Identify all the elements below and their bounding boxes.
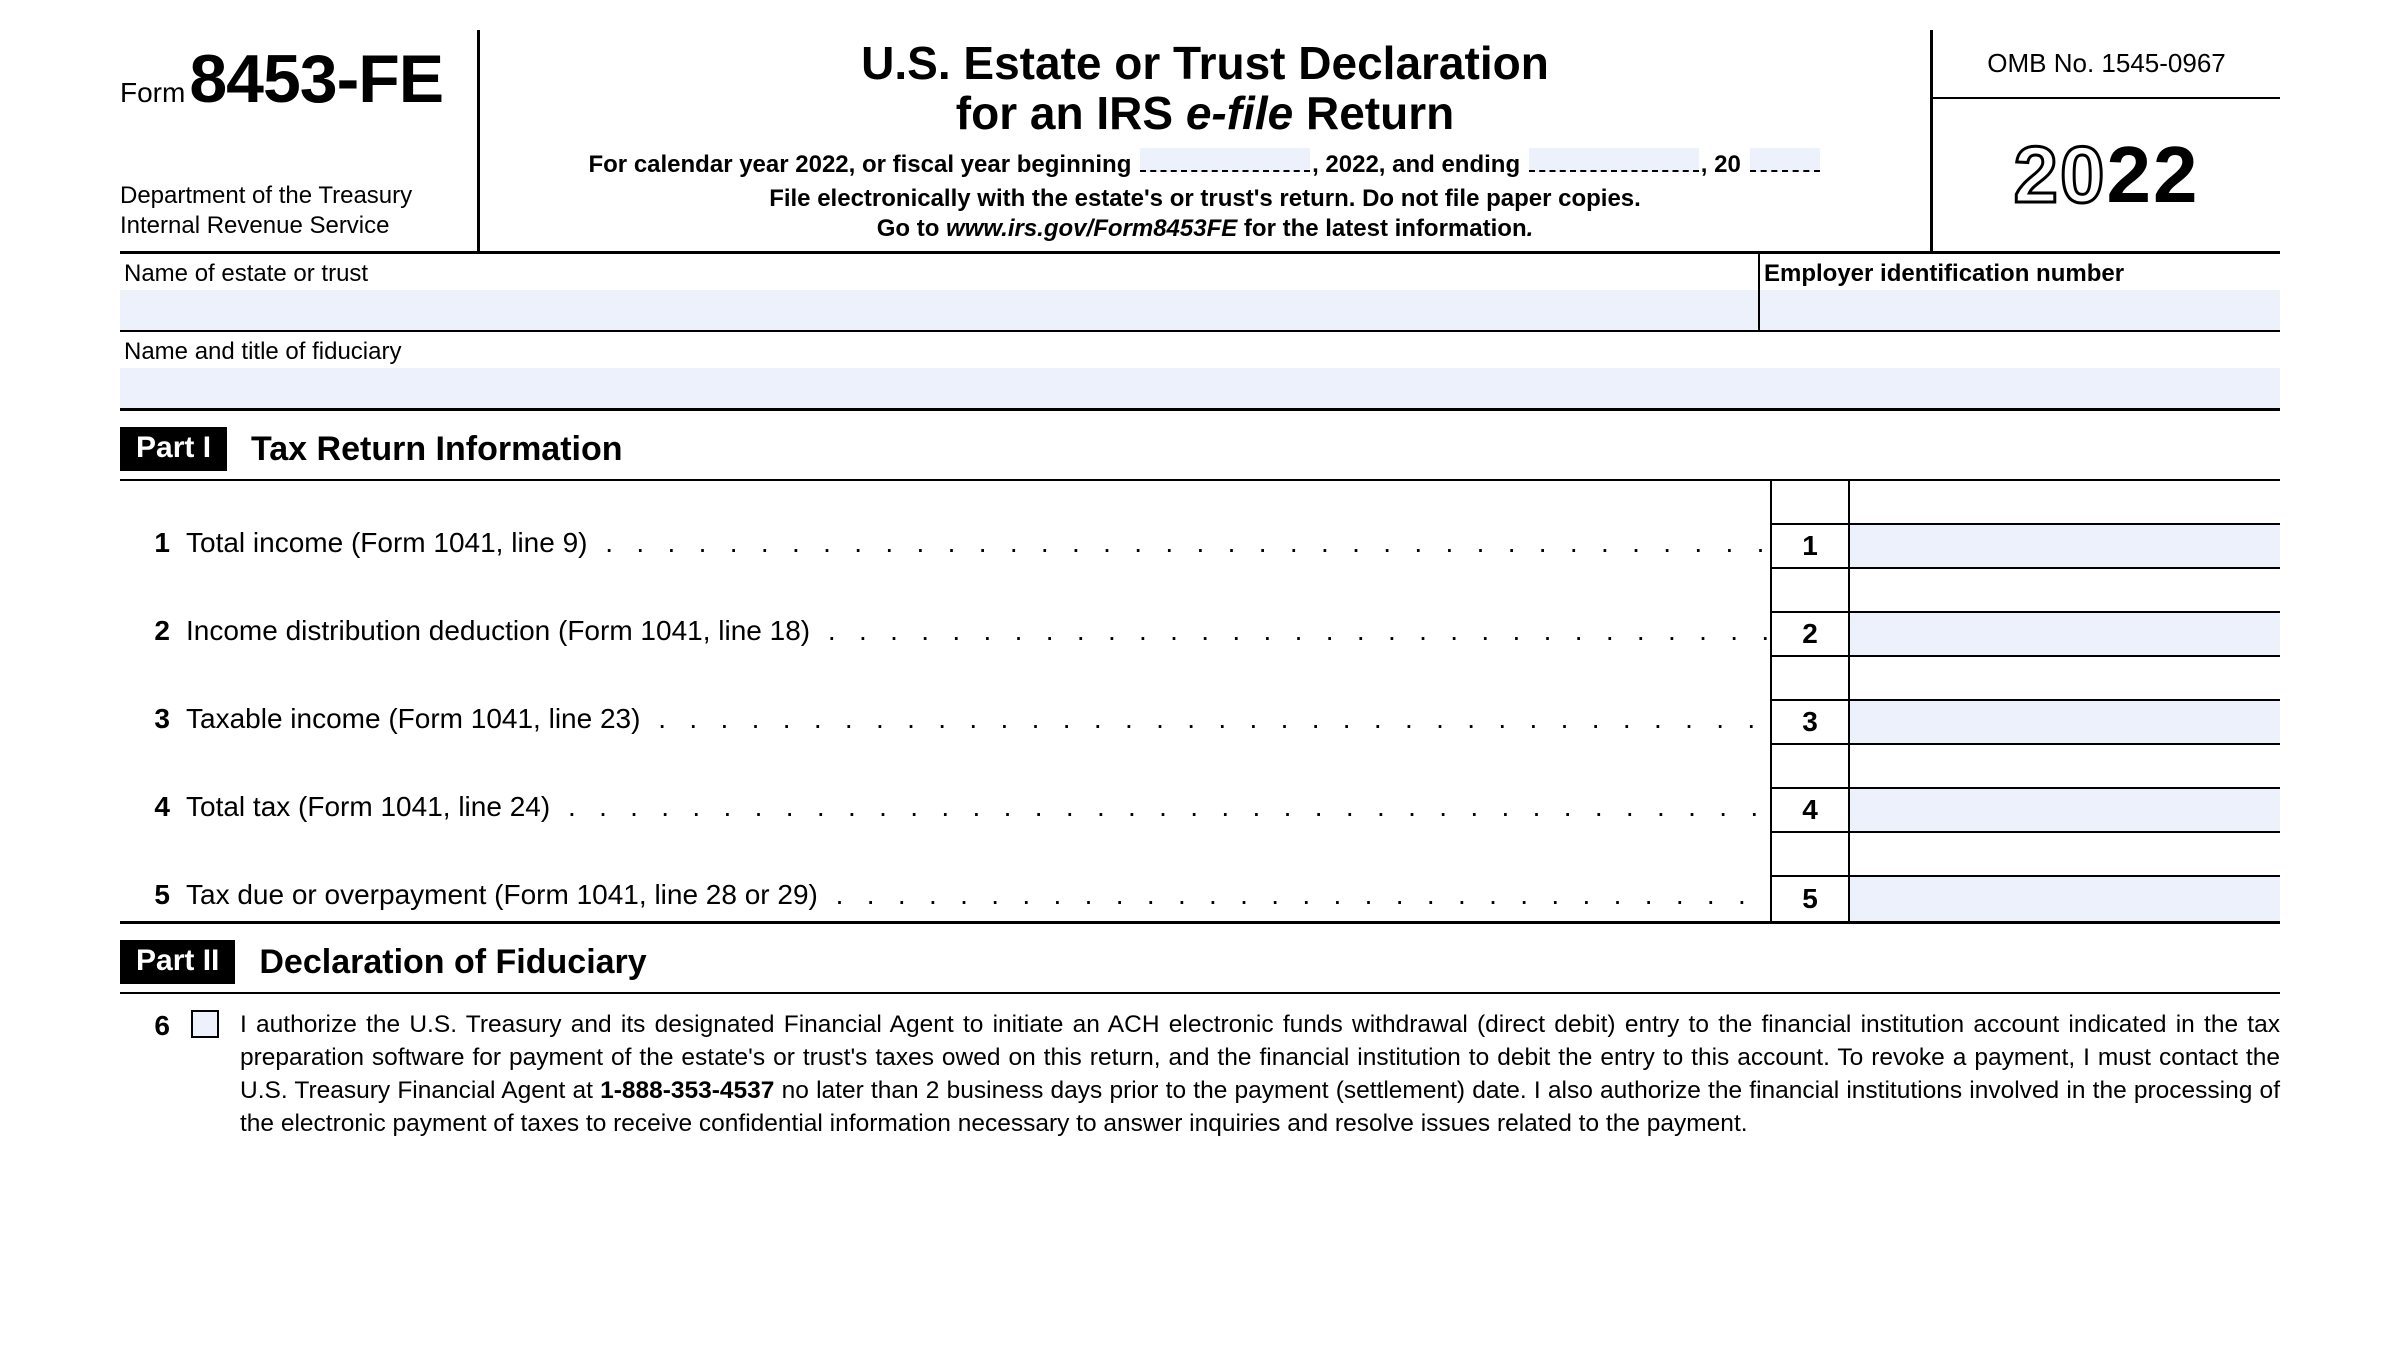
line-number: 1 <box>120 481 170 569</box>
fy-begin-input[interactable] <box>1140 148 1310 172</box>
part2-heading: Part II Declaration of Fiduciary <box>120 924 2280 994</box>
fy-end-year-input[interactable] <box>1750 148 1820 172</box>
table-row: 2 Income distribution deduction (Form 10… <box>120 569 2280 657</box>
instruction-line1: File electronically with the estate's or… <box>500 185 1910 213</box>
declaration-text: I authorize the U.S. Treasury and its de… <box>240 1008 2280 1140</box>
fy-end-input[interactable] <box>1529 148 1699 172</box>
line-number: 4 <box>120 745 170 833</box>
part1-heading: Part I Tax Return Information <box>120 411 2280 481</box>
line3-amount-input[interactable] <box>1850 701 2280 745</box>
form-header: Form8453-FE Department of the Treasury I… <box>120 30 2280 254</box>
table-row: 1 Total income (Form 1041, line 9) 1 <box>120 481 2280 569</box>
dept-line2: Internal Revenue Service <box>120 211 467 241</box>
header-right: OMB No. 1545-0967 2022 <box>1930 30 2280 251</box>
table-row: 5 Tax due or overpayment (Form 1041, lin… <box>120 833 2280 921</box>
department-block: Department of the Treasury Internal Reve… <box>120 181 467 241</box>
table-row: 4 Total tax (Form 1041, line 24) 4 <box>120 745 2280 833</box>
header-left: Form8453-FE Department of the Treasury I… <box>120 30 480 251</box>
estate-name-label: Name of estate or trust <box>120 254 1758 290</box>
line4-amount-input[interactable] <box>1850 789 2280 833</box>
line-number: 3 <box>120 657 170 745</box>
tax-year: 2022 <box>1933 99 2280 251</box>
line-number: 5 <box>120 833 170 921</box>
part2-title: Declaration of Fiduciary <box>259 943 646 982</box>
line-desc: Total tax (Form 1041, line 24) <box>170 745 1770 833</box>
omb-number: OMB No. 1545-0967 <box>1933 30 2280 99</box>
dept-line1: Department of the Treasury <box>120 181 467 211</box>
part1-badge: Part I <box>120 427 227 471</box>
fiscal-year-line: For calendar year 2022, or fiscal year b… <box>500 148 1910 179</box>
line6-number: 6 <box>120 1008 170 1140</box>
form-word: Form <box>120 77 185 109</box>
part2-badge: Part II <box>120 940 235 984</box>
title-line1: U.S. Estate or Trust Declaration <box>500 36 1910 90</box>
line-desc: Income distribution deduction (Form 1041… <box>170 569 1770 657</box>
line-desc: Total income (Form 1041, line 9) <box>170 481 1770 569</box>
header-center: U.S. Estate or Trust Declaration for an … <box>480 30 1930 251</box>
line2-amount-input[interactable] <box>1850 613 2280 657</box>
part1-table: 1 Total income (Form 1041, line 9) 1 2 I… <box>120 481 2280 924</box>
title-line2: for an IRS e-file Return <box>500 86 1910 140</box>
estate-name-input[interactable] <box>120 290 1758 330</box>
fiduciary-input[interactable] <box>120 368 2280 408</box>
authorize-checkbox[interactable] <box>191 1010 219 1038</box>
fiduciary-row: Name and title of fiduciary <box>120 332 2280 411</box>
table-row: 3 Taxable income (Form 1041, line 23) 3 <box>120 657 2280 745</box>
fiduciary-label: Name and title of fiduciary <box>120 332 2280 368</box>
instruction-line2: Go to www.irs.gov/Form8453FE for the lat… <box>500 215 1910 243</box>
line-desc: Tax due or overpayment (Form 1041, line … <box>170 833 1770 921</box>
ein-label: Employer identification number <box>1760 254 2280 290</box>
line5-amount-input[interactable] <box>1850 877 2280 921</box>
form-number: 8453-FE <box>189 40 443 118</box>
name-ein-row: Name of estate or trust Employer identif… <box>120 254 2280 332</box>
line-desc: Taxable income (Form 1041, line 23) <box>170 657 1770 745</box>
line-number: 2 <box>120 569 170 657</box>
part1-title: Tax Return Information <box>251 430 623 469</box>
ein-input[interactable] <box>1760 290 2280 330</box>
part2-body: 6 I authorize the U.S. Treasury and its … <box>120 994 2280 1140</box>
line1-amount-input[interactable] <box>1850 525 2280 569</box>
